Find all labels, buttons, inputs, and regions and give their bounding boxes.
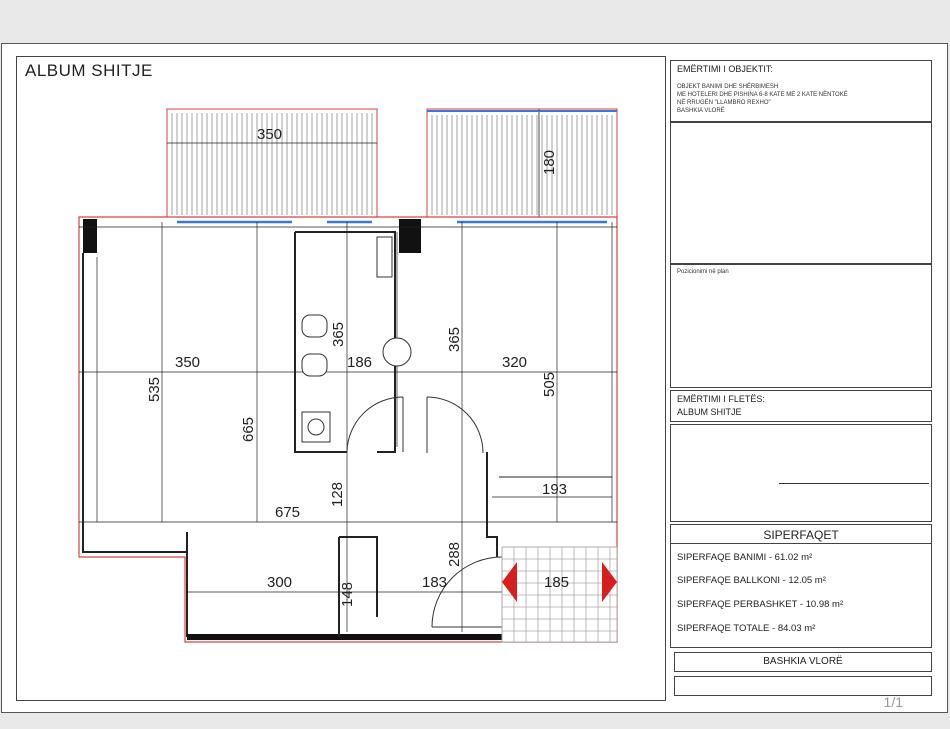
position-plan-box: Pozicionimi në plan	[670, 264, 932, 388]
stair-landing	[501, 546, 618, 643]
object-name-box: EMËRTIMI I OBJEKTIT: OBJEKT BANIMI DHE S…	[670, 60, 932, 122]
area-living: SIPERFAQE BANIMI - 61.02 m²	[677, 552, 813, 563]
dim-hall-height: 665	[240, 417, 257, 442]
dim-lower-left-width: 300	[267, 574, 292, 591]
dim-corridor-width: 193	[542, 481, 567, 498]
area-common: SIPERFAQE PERBASHKET - 10.98 m²	[677, 599, 844, 610]
dim-stair-height: 288	[446, 542, 463, 567]
municipality-name: BASHKIA VLORË	[763, 656, 843, 667]
object-line: OBJEKT BANIMI DHE SHËRBIMESH	[677, 84, 779, 90]
dim-total-width: 675	[275, 504, 300, 521]
position-plan-label: Pozicionimi në plan	[677, 269, 729, 275]
dim-door-width: 183	[422, 574, 447, 591]
page-box	[674, 676, 932, 696]
blank-info-box	[670, 122, 932, 264]
signature-box	[670, 424, 932, 522]
balcony-right	[426, 108, 618, 218]
dim-passage-height: 128	[329, 482, 346, 507]
areas-divider	[671, 543, 931, 544]
area-balcony: SIPERFAQE BALLKONI - 12.05 m²	[677, 575, 826, 586]
object-line: BASHKIA VLORË	[677, 108, 725, 114]
areas-title: SIPERFAQET	[763, 528, 839, 542]
floor-plan-drawing: 350 180 350 186 320 535 665 365 365 505 …	[78, 108, 618, 643]
municipality-box: BASHKIA VLORË	[674, 652, 932, 672]
dim-balcony-left-width: 350	[257, 126, 282, 143]
page-number: 1/1	[883, 694, 903, 710]
sheet-name: ALBUM SHITJE	[677, 407, 742, 417]
object-line: ME HOTELERI DHE PISHINA 6-8 KATE ME 2 KA…	[677, 92, 848, 98]
dim-lower-left-height: 148	[339, 582, 356, 607]
dim-living-width: 350	[175, 354, 200, 371]
dim-balcony-right-depth: 180	[541, 150, 558, 175]
floor-plan-frame: ALBUM SHITJE 350 180 350 186 320 535 665…	[16, 56, 666, 701]
signature-line	[779, 483, 929, 484]
areas-box: SIPERFAQET SIPERFAQE BANIMI - 61.02 m² S…	[670, 524, 932, 648]
dim-bedroom-width: 320	[502, 354, 527, 371]
dim-bath-height: 365	[330, 322, 347, 347]
dim-bedroom-left-height: 365	[446, 327, 463, 352]
object-description: OBJEKT BANIMI DHE SHËRBIMESH ME HOTELERI…	[677, 83, 848, 115]
dim-living-height: 535	[146, 377, 163, 402]
dim-stair-width: 185	[544, 574, 569, 591]
sheet-name-label: EMËRTIMI I FLETËS:	[677, 394, 765, 404]
dim-bedroom-right-height: 505	[541, 372, 558, 397]
door-swings	[346, 396, 503, 628]
object-line: NË RRUGËN "LLAMBRO REXHO"	[677, 100, 771, 106]
object-name-label: EMËRTIMI I OBJEKTIT:	[677, 64, 773, 74]
sheet-name-box: EMËRTIMI I FLETËS: ALBUM SHITJE	[670, 390, 932, 422]
dim-bath-width: 186	[347, 354, 372, 371]
drawing-sheet: ALBUM SHITJE 350 180 350 186 320 535 665…	[1, 43, 948, 713]
area-total: SIPERFAQE TOTALE - 84.03 m²	[677, 623, 816, 634]
